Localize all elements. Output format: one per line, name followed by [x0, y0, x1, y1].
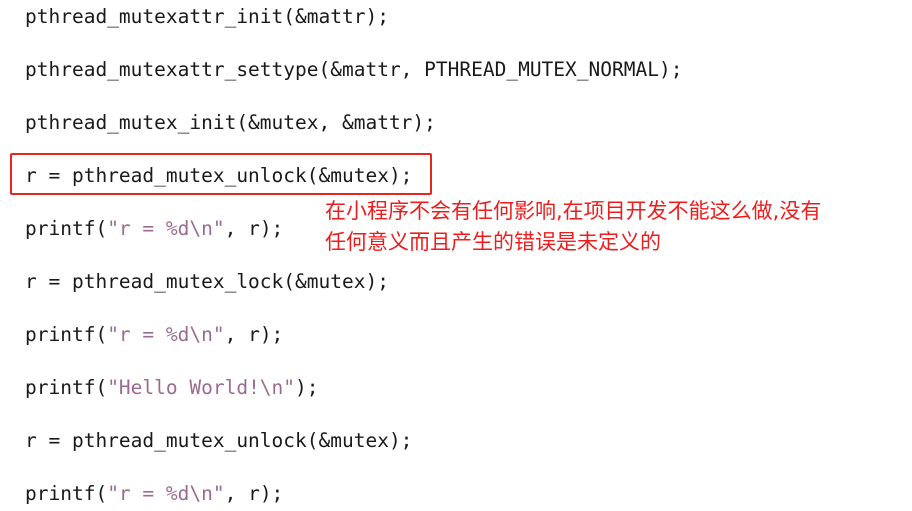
code-line-mutex-unlock-2: r = pthread_mutex_unlock(&mutex); [25, 429, 413, 452]
code-line-mutex-lock: r = pthread_mutex_lock(&mutex); [25, 270, 389, 293]
annotation-line: 任何意义而且产生的错误是未定义的 [325, 230, 661, 254]
string-literal: "r = %d\n" [107, 323, 225, 346]
code-line-unlock-highlighted: r = pthread_mutex_unlock(&mutex); [25, 164, 413, 187]
code-token: printf( [25, 323, 108, 346]
code-token: printf( [25, 482, 108, 505]
string-literal: "r = %d\n" [107, 217, 225, 240]
code-viewer: pthread_mutexattr_init(&mattr); pthread_… [0, 0, 912, 511]
code-line-printf-r-3: printf("r = %d\n", r); [25, 479, 283, 509]
code-token: ); [295, 376, 319, 399]
code-line-mutex-init: pthread_mutex_init(&mutex, &mattr); [25, 111, 436, 134]
annotation-line: 在小程序不会有任何影响,在项目开发不能这么做,没有 [325, 199, 822, 223]
annotation-note: 在小程序不会有任何影响,在项目开发不能这么做,没有 任何意义而且产生的错误是未定义… [325, 196, 821, 258]
code-token: , r); [224, 482, 284, 505]
code-token: printf( [25, 376, 108, 399]
code-line-printf-r-2: printf("r = %d\n", r); [25, 320, 283, 350]
code-line-printf-r-1: printf("r = %d\n", r); [25, 214, 283, 244]
code-line-mutexattr-settype: pthread_mutexattr_settype(&mattr, PTHREA… [25, 58, 683, 81]
code-line-mutexattr-init: pthread_mutexattr_init(&mattr); [25, 5, 389, 28]
string-literal: "Hello World!\n" [107, 376, 296, 399]
code-token: , r); [224, 217, 284, 240]
code-token: printf( [25, 217, 108, 240]
code-token: , r); [224, 323, 284, 346]
string-literal: "r = %d\n" [107, 482, 225, 505]
code-line-printf-hello: printf("Hello World!\n"); [25, 373, 319, 403]
